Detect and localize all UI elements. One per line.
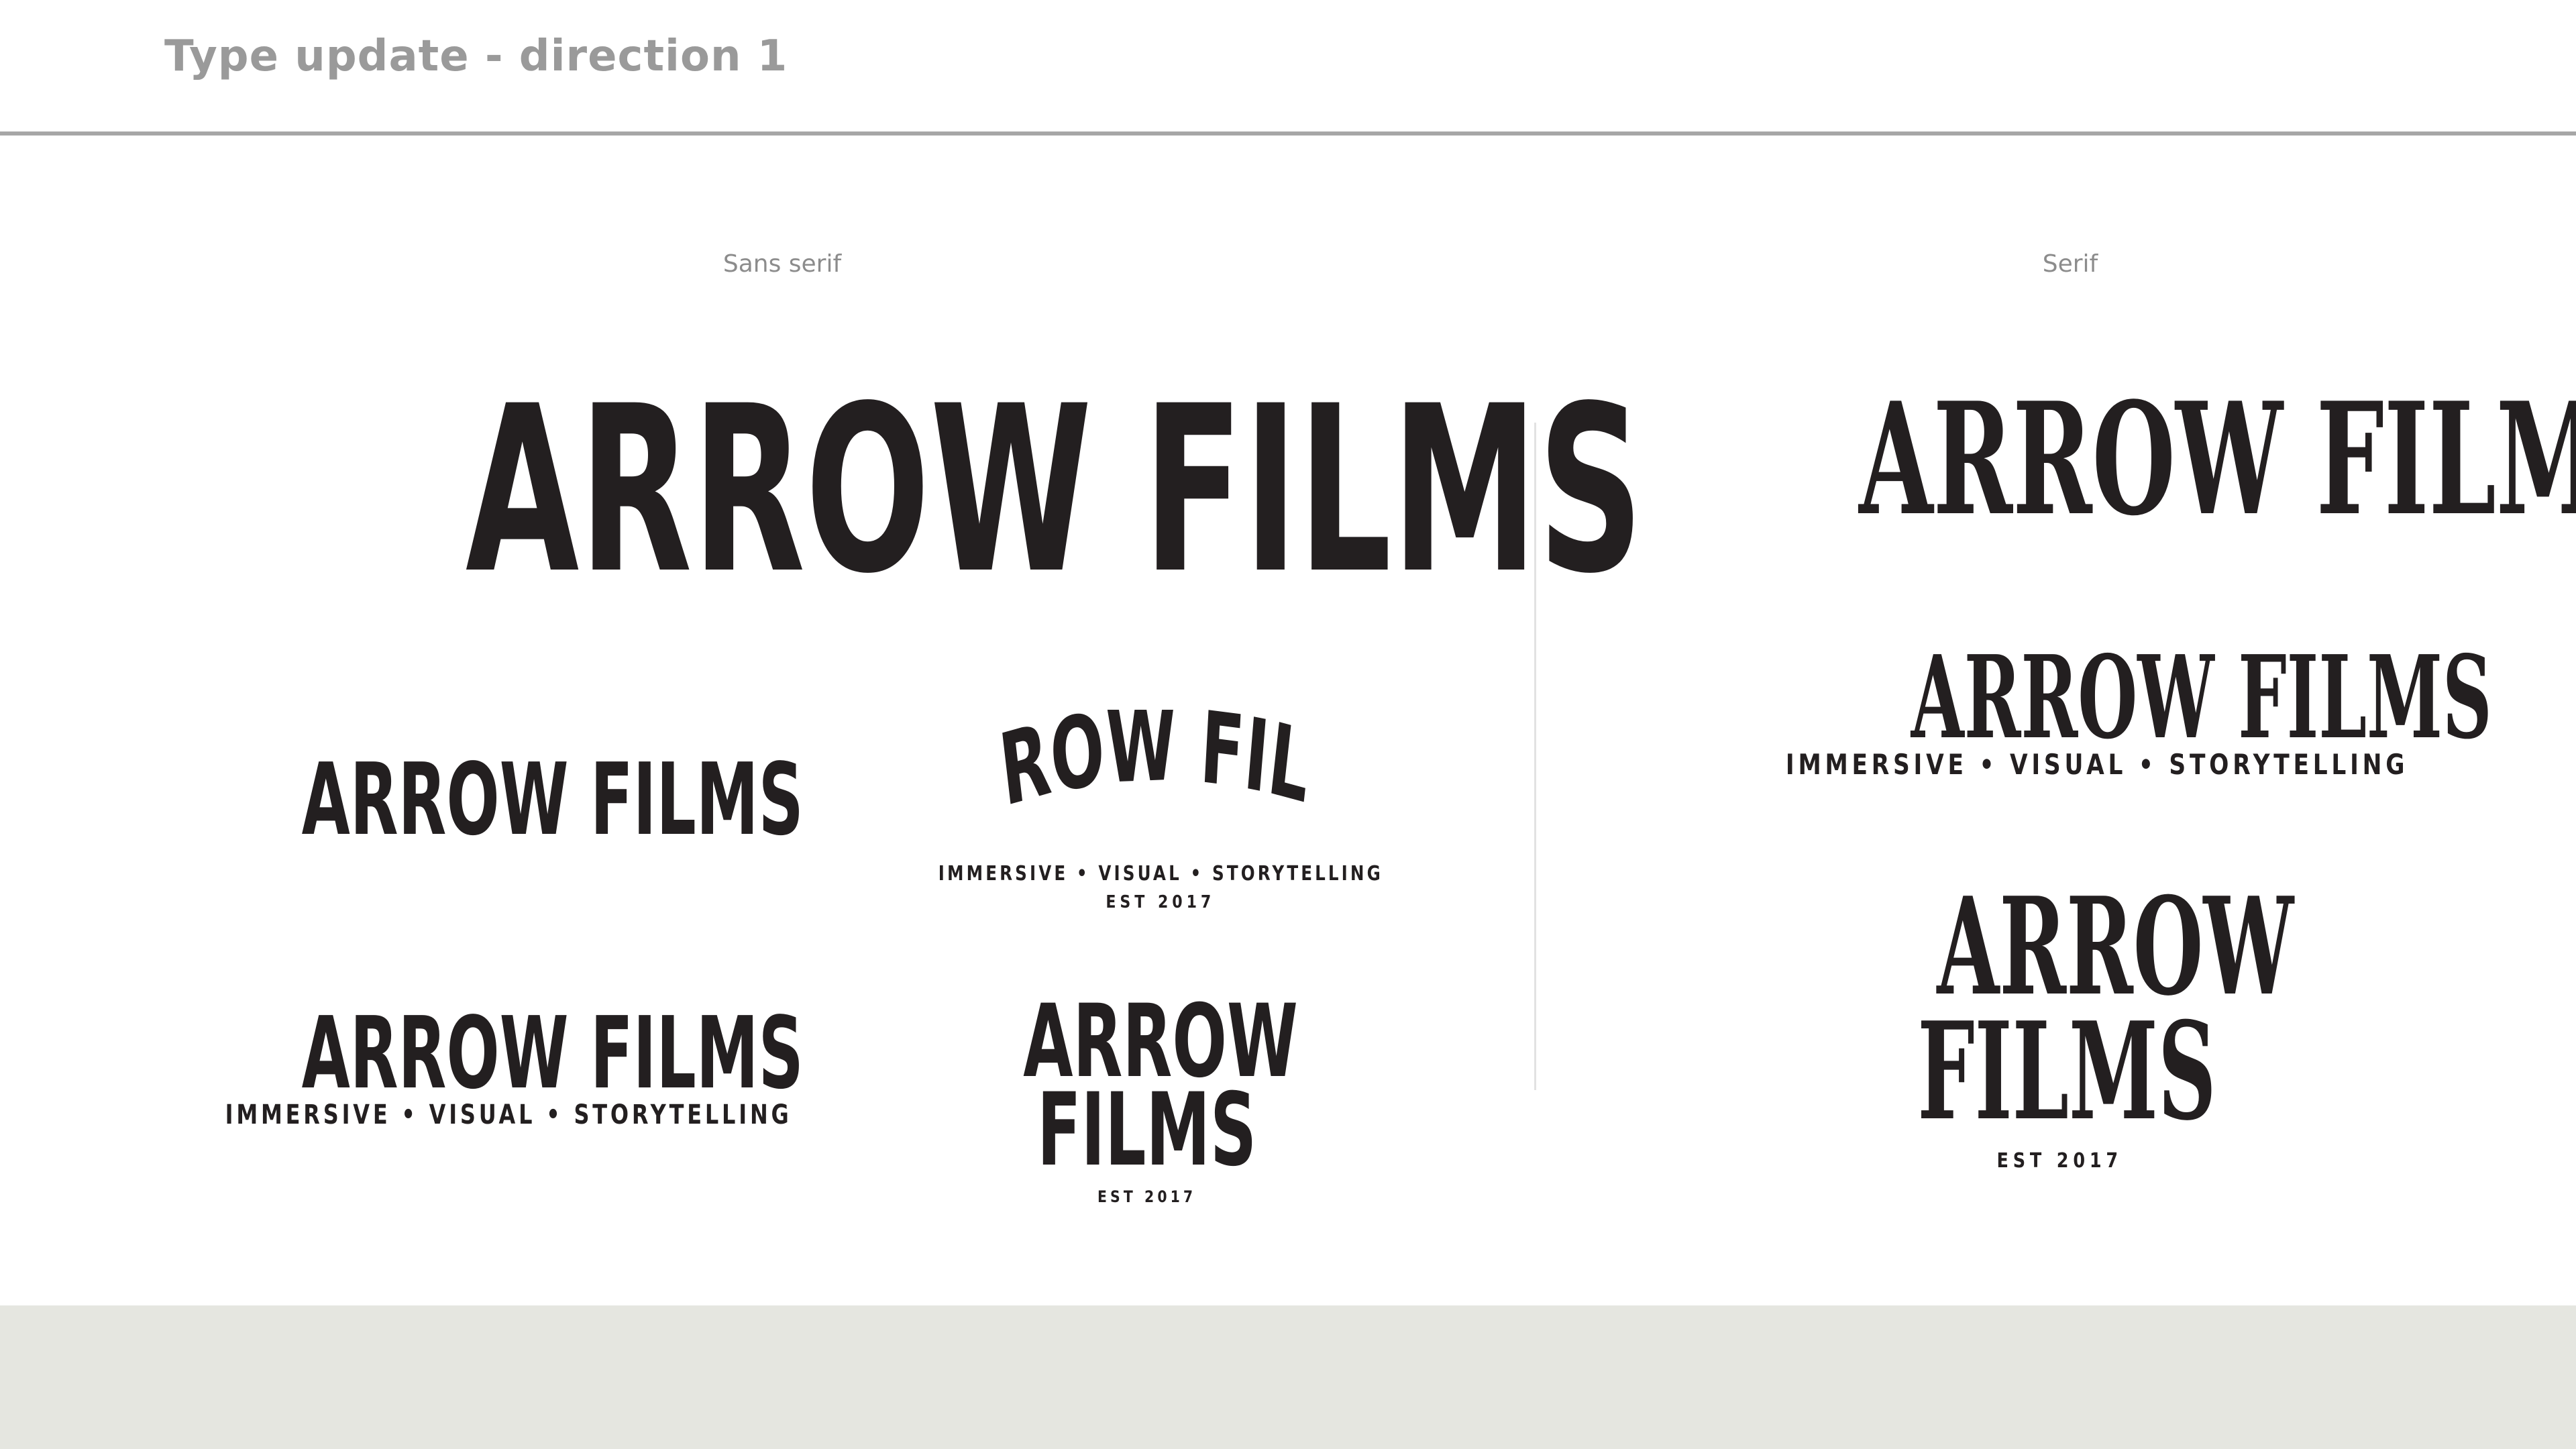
- est-label: EST 2017: [1996, 1149, 2123, 1173]
- arched-wordmark-text: ARROW FILMS: [945, 710, 1316, 824]
- wordmark: ARROW FILMS: [301, 742, 804, 857]
- wordmark: ARROW FILMS: [465, 357, 1644, 624]
- wordmark: ARROW FILMS: [301, 996, 804, 1111]
- footer-band: [0, 1305, 2576, 1449]
- logo-sans-stacked: ARROW FILMS EST 2017: [946, 991, 1348, 1205]
- header-rule: [0, 131, 2576, 136]
- wordmark-line-2: FILMS: [1037, 1072, 1257, 1189]
- arched-wordmark: ARROW FILMS: [945, 710, 1316, 824]
- logo-sans-simple: ARROW FILMS: [154, 750, 804, 849]
- tagline: IMMERSIVE • VISUAL • STORYTELLING: [1785, 748, 2409, 781]
- logo-serif-tagline: ARROW FILMS IMMERSIVE • VISUAL • STORYTE…: [1717, 641, 2492, 779]
- header-title: Type update - direction 1: [164, 32, 788, 81]
- sans-serif-label: Sans serif: [722, 250, 842, 278]
- logo-serif-stacked: ARROW FILMS EST 2017: [1818, 880, 2301, 1171]
- logo-sans-tagline: ARROW FILMS IMMERSIVE • VISUAL • STORYTE…: [154, 1004, 804, 1128]
- logo-serif-main: ARROW FILMS: [1610, 382, 2576, 537]
- est-label: EST 2017: [1106, 892, 1216, 912]
- serif-label: Serif: [2042, 250, 2098, 278]
- logo-sans-arched: ARROW FILMS IMMERSIVE • VISUAL • STORYTE…: [872, 710, 1449, 911]
- tagline: IMMERSIVE • VISUAL • STORYTELLING: [938, 862, 1383, 885]
- wordmark: ARROW FILMS: [1859, 369, 2576, 550]
- logo-sans-large: ARROW FILMS: [134, 376, 1644, 605]
- est-label: EST 2017: [1097, 1187, 1197, 1206]
- wordmark: ARROW FILMS: [1911, 631, 2492, 765]
- svg-text:ARROW FILMS: ARROW FILMS: [945, 710, 1316, 824]
- wordmark-line-2: FILMS: [1917, 993, 2216, 1150]
- tagline: IMMERSIVE • VISUAL • STORYTELLING: [225, 1099, 792, 1130]
